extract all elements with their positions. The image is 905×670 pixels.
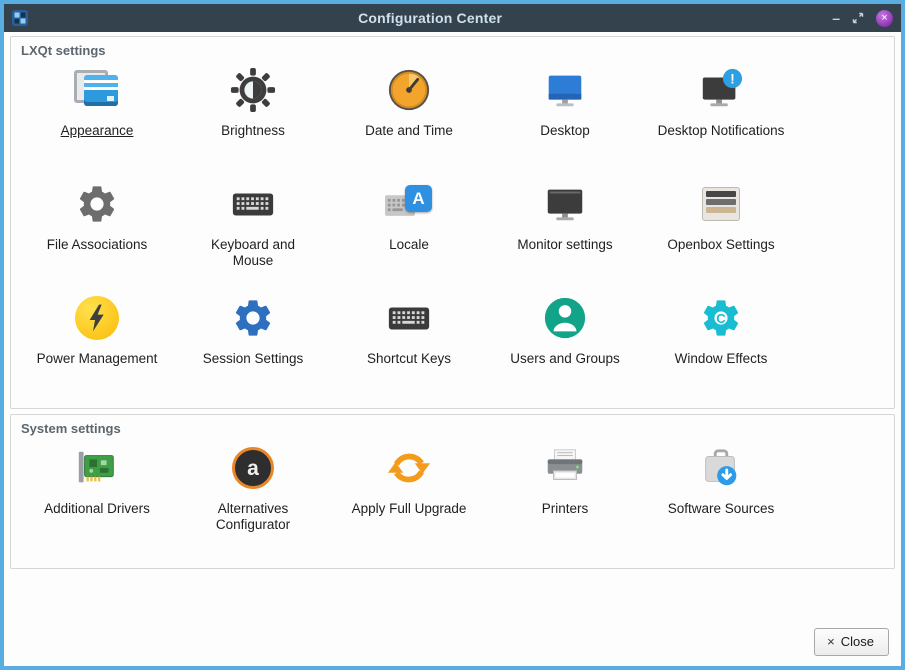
launcher-item-label: Users and Groups bbox=[510, 351, 620, 367]
group-lxqt-settings: LXQt settings Appearance bbox=[10, 36, 895, 409]
launcher-item-desktop[interactable]: Desktop bbox=[487, 60, 643, 174]
lxqt-settings-grid: Appearance bbox=[11, 60, 894, 408]
launcher-item-label: Additional Drivers bbox=[44, 501, 150, 517]
keyboard-and-mouse-icon bbox=[229, 180, 277, 228]
restore-icon bbox=[852, 12, 864, 24]
appearance-icon bbox=[73, 66, 121, 114]
software-sources-icon bbox=[697, 444, 745, 492]
launcher-item-brightness[interactable]: Brightness bbox=[175, 60, 331, 174]
launcher-item-label: Monitor settings bbox=[517, 237, 612, 253]
locale-icon: A bbox=[385, 180, 433, 228]
content-area: LXQt settings Appearance bbox=[4, 32, 901, 666]
window-effects-icon: C bbox=[697, 294, 745, 342]
session-settings-icon bbox=[229, 294, 277, 342]
configuration-center-window: Configuration Center – × LXQt settings A… bbox=[0, 0, 905, 670]
desktop-icon bbox=[541, 66, 589, 114]
launcher-item-label: Locale bbox=[389, 237, 429, 253]
openbox-settings-icon bbox=[697, 180, 745, 228]
footer: × Close bbox=[10, 620, 895, 666]
restore-button[interactable] bbox=[852, 12, 864, 24]
launcher-item-label: Session Settings bbox=[203, 351, 304, 367]
shortcut-keys-icon bbox=[385, 294, 433, 342]
launcher-item-printers[interactable]: Printers bbox=[487, 438, 643, 562]
launcher-item-label: Window Effects bbox=[675, 351, 768, 367]
launcher-item-label: Date and Time bbox=[365, 123, 453, 139]
launcher-item-shortcut-keys[interactable]: Shortcut Keys bbox=[331, 288, 487, 402]
additional-drivers-icon bbox=[73, 444, 121, 492]
users-and-groups-icon bbox=[541, 294, 589, 342]
launcher-item-appearance[interactable]: Appearance bbox=[19, 60, 175, 174]
launcher-item-keyboard-and-mouse[interactable]: Keyboard and Mouse bbox=[175, 174, 331, 288]
monitor-settings-icon bbox=[541, 180, 589, 228]
app-icon bbox=[12, 10, 28, 26]
launcher-item-label: Desktop bbox=[540, 123, 590, 139]
launcher-item-label: Openbox Settings bbox=[667, 237, 774, 253]
minimize-button[interactable]: – bbox=[832, 11, 840, 25]
launcher-item-file-associations[interactable]: File Associations bbox=[19, 174, 175, 288]
launcher-item-alternatives-configurator[interactable]: a Alternatives Configurator bbox=[175, 438, 331, 562]
launcher-item-label: Software Sources bbox=[668, 501, 775, 517]
launcher-item-label: Desktop Notifications bbox=[658, 123, 785, 139]
close-window-button[interactable]: × bbox=[876, 10, 893, 27]
launcher-item-label: Shortcut Keys bbox=[367, 351, 451, 367]
printers-icon bbox=[541, 444, 589, 492]
launcher-item-power-management[interactable]: Power Management bbox=[19, 288, 175, 402]
close-x-icon: × bbox=[827, 635, 835, 648]
launcher-item-label: Brightness bbox=[221, 123, 285, 139]
launcher-item-locale[interactable]: A Locale bbox=[331, 174, 487, 288]
titlebar: Configuration Center – × bbox=[4, 4, 901, 32]
launcher-item-monitor-settings[interactable]: Monitor settings bbox=[487, 174, 643, 288]
launcher-item-label: Apply Full Upgrade bbox=[352, 501, 467, 517]
launcher-item-additional-drivers[interactable]: Additional Drivers bbox=[19, 438, 175, 562]
group-title: System settings bbox=[11, 415, 894, 438]
alternatives-configurator-icon: a bbox=[229, 444, 277, 492]
launcher-item-label: Power Management bbox=[37, 351, 158, 367]
group-system-settings: System settings bbox=[10, 414, 895, 569]
date-and-time-icon bbox=[385, 66, 433, 114]
launcher-item-apply-full-upgrade[interactable]: Apply Full Upgrade bbox=[331, 438, 487, 562]
close-button-label: Close bbox=[841, 634, 874, 649]
brightness-icon bbox=[229, 66, 277, 114]
launcher-item-date-and-time[interactable]: Date and Time bbox=[331, 60, 487, 174]
desktop-notifications-icon: ! bbox=[697, 66, 745, 114]
apply-full-upgrade-icon bbox=[385, 444, 433, 492]
launcher-item-users-and-groups[interactable]: Users and Groups bbox=[487, 288, 643, 402]
power-management-icon bbox=[73, 294, 121, 342]
launcher-item-openbox-settings[interactable]: Openbox Settings bbox=[643, 174, 799, 288]
system-settings-grid: Additional Drivers a Alternatives Config… bbox=[11, 438, 894, 568]
launcher-item-label: Appearance bbox=[61, 123, 134, 139]
launcher-item-label: File Associations bbox=[47, 237, 148, 253]
close-button[interactable]: × Close bbox=[814, 628, 889, 656]
file-associations-icon bbox=[73, 180, 121, 228]
launcher-item-label: Keyboard and Mouse bbox=[189, 237, 317, 270]
launcher-item-desktop-notifications[interactable]: ! Desktop Notifications bbox=[643, 60, 799, 174]
launcher-item-session-settings[interactable]: Session Settings bbox=[175, 288, 331, 402]
launcher-item-label: Alternatives Configurator bbox=[189, 501, 317, 534]
launcher-item-software-sources[interactable]: Software Sources bbox=[643, 438, 799, 562]
launcher-item-window-effects[interactable]: C Window Effects bbox=[643, 288, 799, 402]
launcher-item-label: Printers bbox=[542, 501, 589, 517]
group-title: LXQt settings bbox=[11, 37, 894, 60]
window-controls: – × bbox=[832, 10, 893, 27]
svg-text:!: ! bbox=[730, 71, 734, 86]
window-title: Configuration Center bbox=[28, 10, 832, 26]
